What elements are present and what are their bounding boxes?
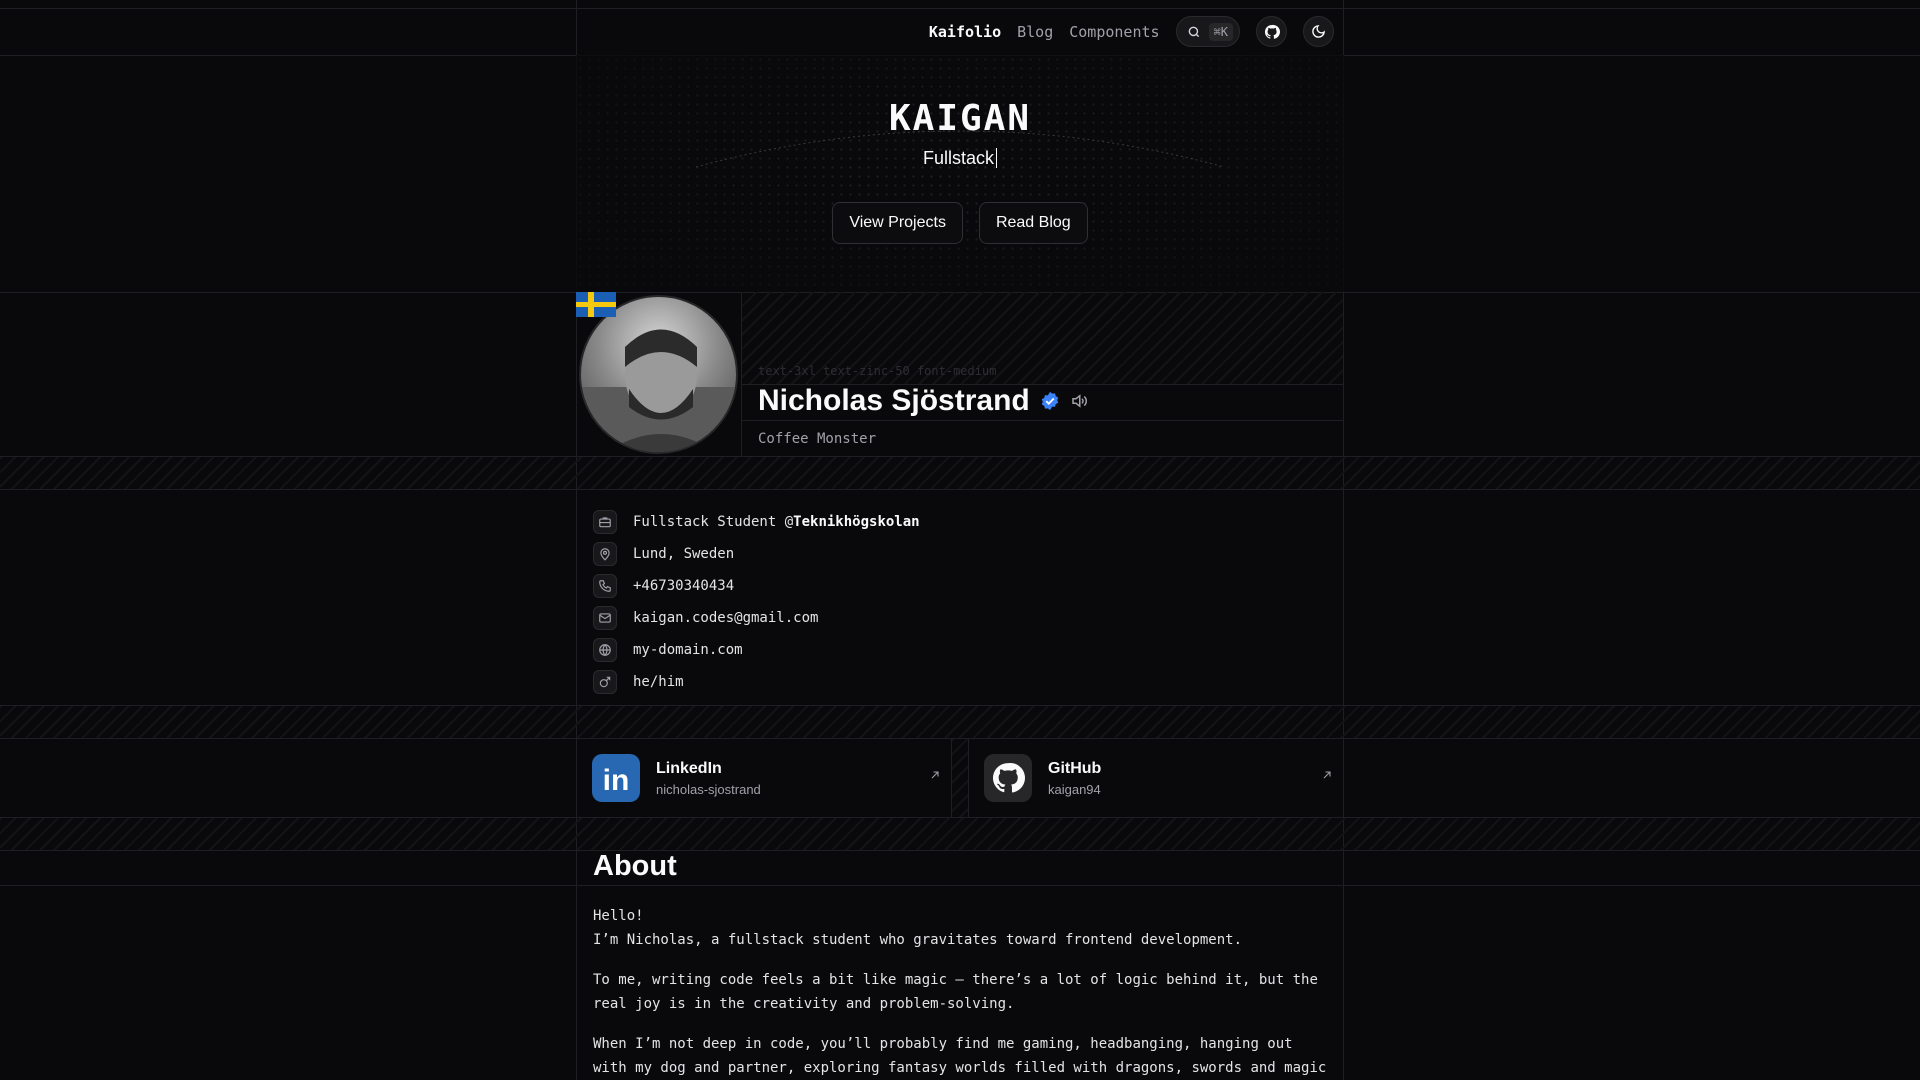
info-location: Lund, Sweden [593,538,920,570]
github-handle: kaigan94 [1048,781,1101,797]
website-link[interactable]: my-domain.com [633,642,743,658]
section-separator [0,456,1920,490]
about-paragraph-3: When I’m not deep in code, you’ll probab… [593,1036,1327,1076]
linkedin-title: LinkedIn [656,759,722,777]
profile-ghost-text: text-3xl text-zinc-50 font-medium [758,364,997,378]
speaker-icon[interactable] [1070,392,1088,410]
hero-arc [695,130,1225,168]
github-icon [1264,24,1280,39]
about-paragraph-2: To me, writing code feels a bit like mag… [593,972,1318,1012]
about-heading: About [593,850,677,882]
profile-info-list: Fullstack Student @ Teknikhögskolan Lund,… [593,506,920,698]
avatar [579,295,738,454]
mars-icon [593,670,617,694]
hero-section: KAIGAN Fullstack View Projects Read Blog [576,55,1344,292]
github-title: GitHub [1048,759,1102,777]
github-card[interactable]: GitHub kaigan94 [968,739,1343,817]
profile-name-row: Nicholas Sjöstrand [758,384,1088,418]
avatar-divider [741,292,742,457]
search-shortcut: ⌘K [1208,22,1233,41]
map-pin-icon [593,542,617,566]
profile-name: Nicholas Sjöstrand [758,384,1030,417]
github-link-button[interactable] [1256,16,1287,47]
briefcase-icon [593,510,617,534]
linkedin-card[interactable]: in LinkedIn nicholas-sjostrand [576,739,951,817]
typing-cursor [996,148,997,168]
view-projects-button[interactable]: View Projects [832,202,963,244]
info-pronouns: he/him [593,666,920,698]
globe-icon [593,638,617,662]
info-job: Fullstack Student @ Teknikhögskolan [593,506,920,538]
nav-blog[interactable]: Blog [1017,23,1053,41]
svg-text:KAIGAN: KAIGAN [889,100,1031,136]
moon-icon [1312,25,1325,38]
nav-components[interactable]: Components [1069,23,1159,41]
external-link-icon [931,771,939,779]
info-email: kaigan.codes@gmail.com [593,602,920,634]
hero-buttons: View Projects Read Blog [576,202,1344,244]
search-button[interactable]: ⌘K [1175,16,1240,47]
linkedin-handle: nicholas-sjostrand [656,781,761,797]
profile-subtitle: Coffee Monster [758,431,877,447]
theme-toggle-button[interactable] [1303,16,1334,47]
section-separator-3 [0,817,1920,851]
linkedin-icon: in [592,754,640,802]
mail-icon [593,606,617,630]
sweden-flag-icon [576,292,616,317]
top-nav: Kaifolio Blog Components ⌘K [576,8,1344,55]
logo-graphic: KAIGAN [889,98,1031,139]
avatar-portrait [581,329,736,452]
nav-kaifolio[interactable]: Kaifolio [929,23,1001,41]
email-link[interactable]: kaigan.codes@gmail.com [633,610,818,626]
phone-icon [593,574,617,598]
about-text: Hello! I’m Nicholas, a fullstack student … [593,904,1333,1080]
phone-link[interactable]: +46730340434 [633,578,734,594]
section-separator-2 [0,705,1920,739]
job-company-link[interactable]: Teknikhögskolan [793,514,919,530]
svg-text:in: in [603,764,630,793]
verified-badge-icon [1041,391,1058,411]
info-phone: +46730340434 [593,570,920,602]
info-website: my-domain.com [593,634,920,666]
external-link-icon [1323,771,1331,779]
read-blog-button[interactable]: Read Blog [978,202,1088,244]
site-logo: KAIGAN [576,98,1344,141]
github-icon [984,754,1032,802]
hero-tagline: Fullstack [576,148,1344,169]
search-icon [1188,26,1199,37]
about-paragraph-1: Hello! I’m Nicholas, a fullstack student … [593,908,1243,948]
